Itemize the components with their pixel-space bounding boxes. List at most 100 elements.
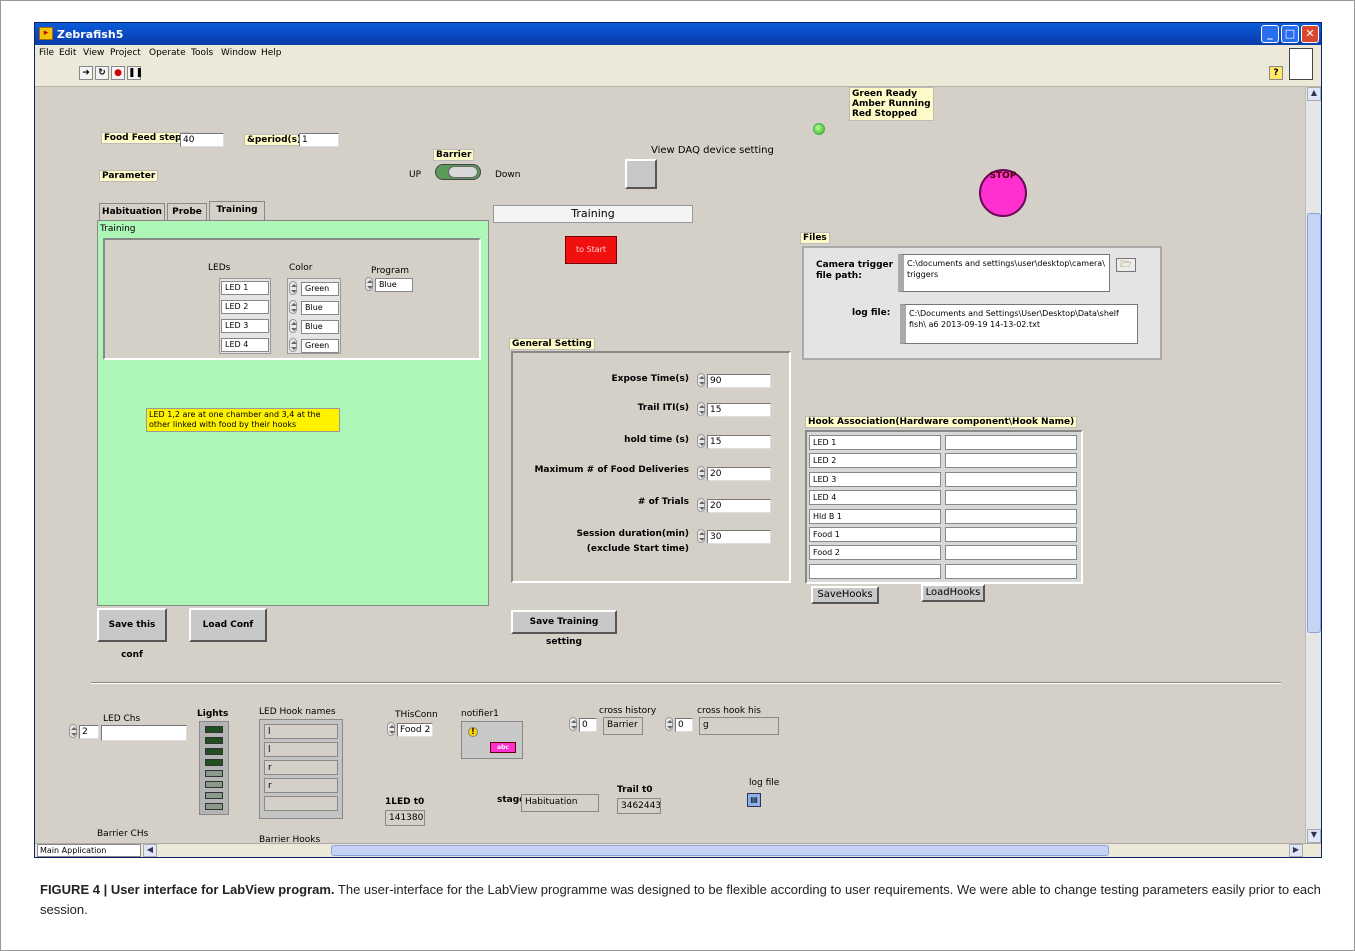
vertical-scroll-thumb[interactable] [1307, 213, 1321, 633]
menu-file[interactable]: File [39, 48, 54, 58]
led-name[interactable]: LED 1 [221, 281, 269, 295]
camera-trigger-path[interactable]: C:\documents and settings\user\desktop\c… [898, 254, 1110, 292]
color-spinner[interactable] [289, 300, 297, 314]
menu-project[interactable]: Project [110, 48, 141, 58]
scroll-right-icon[interactable]: ▶ [1289, 844, 1303, 857]
trail-t0-label: Trail t0 [617, 785, 653, 795]
thisconn-spinner[interactable] [387, 722, 395, 736]
minimize-button[interactable]: _ [1261, 25, 1279, 43]
hook-component-cell[interactable]: Food 1 [809, 527, 941, 542]
close-button[interactable]: ✕ [1301, 25, 1319, 43]
scroll-up-icon[interactable]: ▲ [1307, 87, 1321, 101]
tab-probe[interactable]: Probe [167, 203, 207, 220]
trail-iti-spinner[interactable] [697, 402, 705, 416]
view-daq-button[interactable] [625, 159, 657, 189]
session-duration-sublabel: (exclude Start time) [586, 544, 689, 554]
run-continuously-icon[interactable]: ↻ [95, 66, 109, 80]
save-training-setting-button[interactable]: Save Training setting [511, 610, 617, 647]
vertical-scrollbar[interactable]: ▲ ▼ [1305, 87, 1321, 843]
led-color[interactable]: Green [301, 282, 339, 296]
hook-name-cell[interactable] [945, 471, 1077, 487]
hook-name-cell[interactable] [945, 490, 1077, 506]
abort-icon[interactable]: ● [111, 66, 125, 80]
thisconn-value[interactable]: Food 2 [397, 723, 433, 737]
menu-operate[interactable]: Operate [149, 48, 186, 58]
hook-name-cell[interactable] [945, 435, 1077, 450]
led-color[interactable]: Blue [301, 320, 339, 334]
cross-hook-label: cross hook his [697, 706, 761, 716]
save-conf-button[interactable]: Save this conf [97, 608, 167, 660]
save-hooks-button[interactable]: SaveHooks [811, 586, 879, 604]
to-start-button[interactable]: to Start [565, 236, 617, 264]
toolbar: ➜ ↻ ● ❚❚ ? [35, 48, 1321, 87]
menu-help[interactable]: Help [261, 48, 282, 58]
food-feed-steps-input[interactable]: 40 [180, 133, 224, 147]
hold-time-input[interactable]: 15 [707, 435, 771, 449]
trail-iti-input[interactable]: 15 [707, 403, 771, 417]
hook-name-cell[interactable] [945, 545, 1077, 561]
hook-component-cell[interactable]: LED 4 [809, 490, 941, 506]
led-color[interactable]: Green [301, 339, 339, 353]
browse-folder-icon[interactable]: 🗁 [1116, 258, 1136, 272]
tab-habituation[interactable]: Habituation [99, 203, 165, 220]
expose-time-spinner[interactable] [697, 373, 705, 387]
hook-name-cell[interactable] [945, 508, 1077, 524]
color-spinner[interactable] [289, 338, 297, 352]
led-name[interactable]: LED 4 [221, 338, 269, 352]
menu-edit[interactable]: Edit [59, 48, 76, 58]
stop-button[interactable]: STOP [979, 169, 1027, 217]
color-spinner[interactable] [289, 319, 297, 333]
hook-component-cell[interactable]: Hld B 1 [809, 508, 941, 524]
menu-view[interactable]: View [83, 48, 104, 58]
led-chs-label: LED Chs [103, 714, 141, 724]
load-conf-button[interactable]: Load Conf [189, 608, 267, 642]
run-arrow-icon[interactable]: ➜ [79, 66, 93, 80]
scroll-down-icon[interactable]: ▼ [1307, 829, 1321, 843]
program-spinner[interactable] [365, 277, 373, 291]
maximize-button[interactable]: □ [1281, 25, 1299, 43]
led-color[interactable]: Blue [301, 301, 339, 315]
load-hooks-button[interactable]: LoadHooks [921, 584, 985, 602]
horizontal-scroll-thumb[interactable] [331, 845, 1109, 856]
led-name[interactable]: LED 3 [221, 319, 269, 333]
max-food-deliveries-spinner[interactable] [697, 466, 705, 480]
period-input[interactable]: 1 [299, 133, 339, 147]
hook-name-cell[interactable] [945, 527, 1077, 542]
led-hook-name: r [264, 760, 338, 775]
menu-window[interactable]: Window [221, 48, 257, 58]
cross-hook-index[interactable]: 0 [675, 718, 693, 732]
expose-time-input[interactable]: 90 [707, 374, 771, 388]
program-select[interactable]: Blue [375, 278, 413, 292]
session-duration-spinner[interactable] [697, 529, 705, 543]
hook-component-cell[interactable]: Food 2 [809, 545, 941, 561]
hold-time-spinner[interactable] [697, 434, 705, 448]
led-chs-spinner[interactable] [69, 724, 77, 738]
application-instance[interactable]: Main Application Instance [37, 844, 141, 857]
cross-hook-spinner[interactable] [665, 717, 673, 731]
led-chs-index[interactable]: 2 [79, 725, 99, 739]
trials-input[interactable]: 20 [707, 499, 771, 513]
hook-component-cell[interactable]: LED 3 [809, 471, 941, 487]
led-name[interactable]: LED 2 [221, 300, 269, 314]
max-food-deliveries-input[interactable]: 20 [707, 467, 771, 481]
pause-icon[interactable]: ❚❚ [127, 66, 143, 80]
log-file-path[interactable]: C:\Documents and Settings\User\Desktop\D… [900, 304, 1138, 344]
led-chs-value[interactable] [101, 725, 187, 741]
cross-history-spinner[interactable] [569, 717, 577, 731]
session-duration-input[interactable]: 30 [707, 530, 771, 544]
barrier-toggle[interactable] [435, 164, 481, 180]
scroll-left-icon[interactable]: ◀ [143, 844, 157, 857]
tab-training[interactable]: Training [209, 201, 265, 221]
hook-component-cell[interactable]: LED 1 [809, 435, 941, 450]
cross-history-index[interactable]: 0 [579, 718, 597, 732]
hook-component-cell[interactable] [809, 563, 941, 579]
hook-component-cell[interactable]: LED 2 [809, 453, 941, 469]
help-icon[interactable]: ? [1269, 66, 1283, 80]
hook-name-cell[interactable] [945, 453, 1077, 469]
trials-spinner[interactable] [697, 498, 705, 512]
hook-name-cell[interactable] [945, 563, 1077, 579]
log-file-icon[interactable]: ▤ [747, 793, 761, 807]
leds-header: LEDs [208, 263, 231, 273]
menu-tools[interactable]: Tools [191, 48, 213, 58]
color-spinner[interactable] [289, 281, 297, 295]
